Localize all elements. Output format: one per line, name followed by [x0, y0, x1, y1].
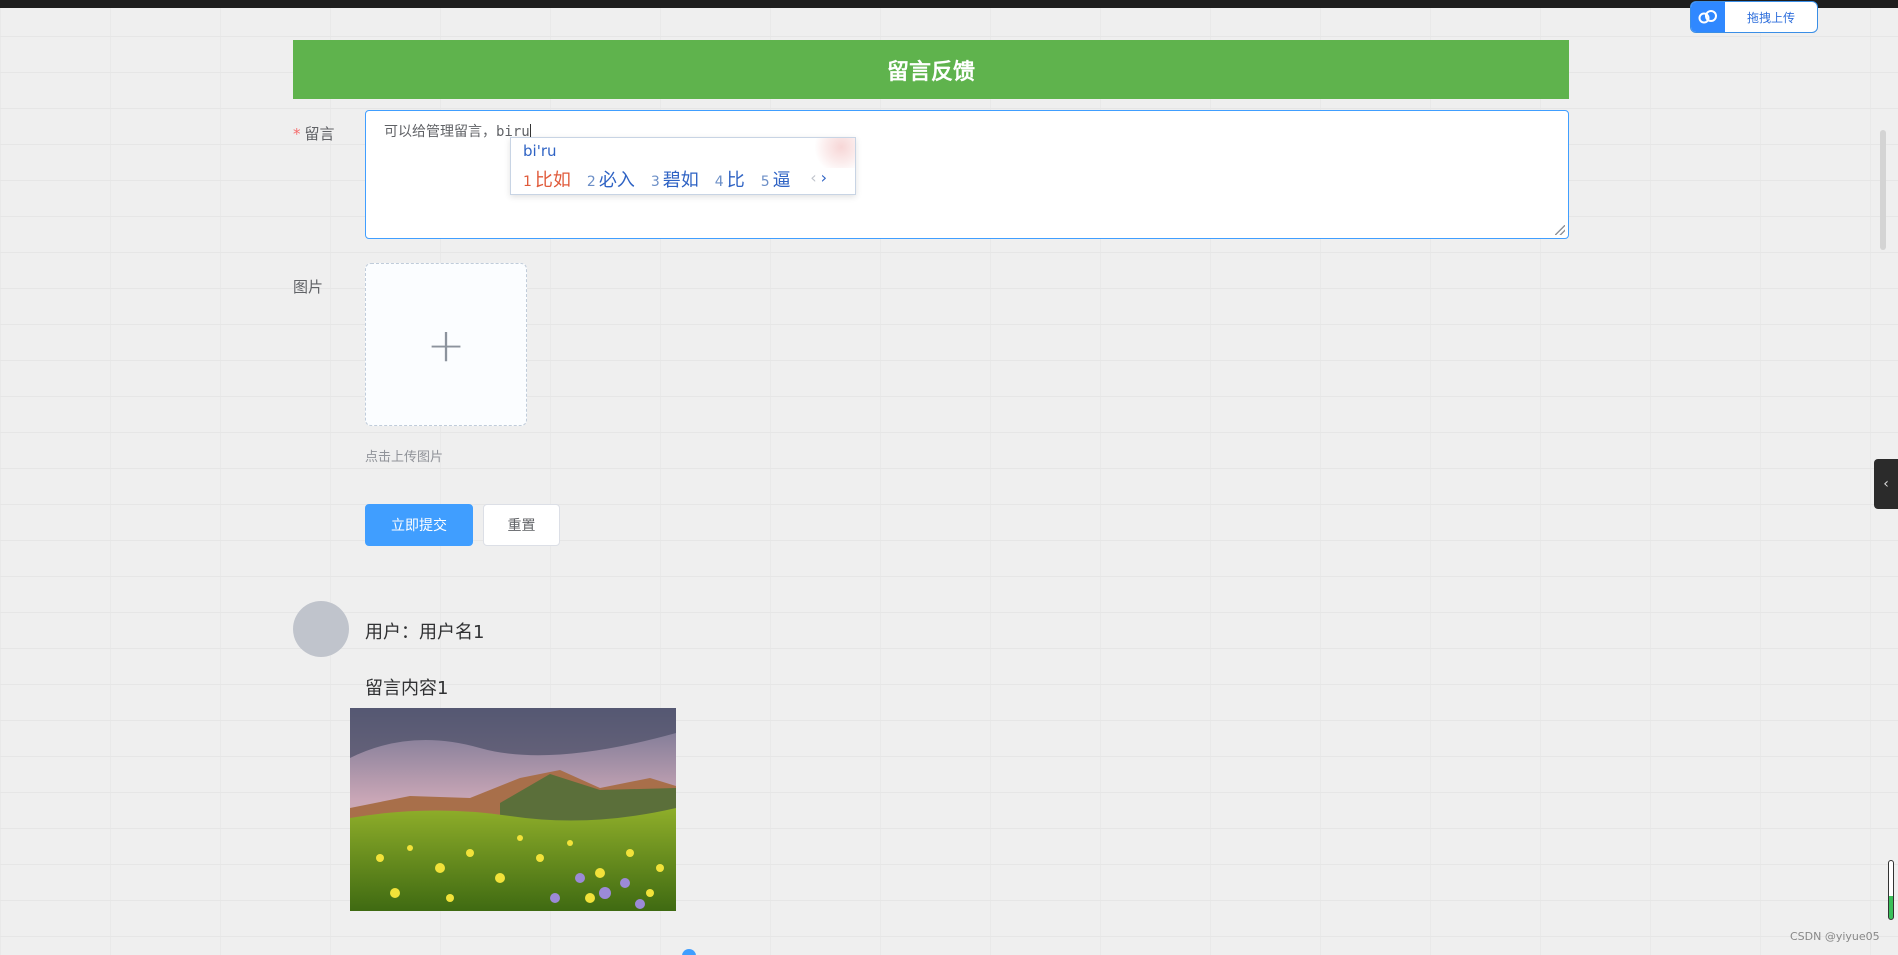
- upload-hint: 点击上传图片: [365, 450, 444, 465]
- chevron-left-icon: ‹: [1883, 476, 1889, 492]
- ime-next-icon[interactable]: ›: [821, 168, 831, 187]
- drag-upload-label: 拖拽上传: [1746, 10, 1795, 25]
- ime-candidate[interactable]: 4比: [715, 166, 745, 192]
- drag-upload-widget[interactable]: 拖拽上传: [1690, 1, 1818, 33]
- message-label: * 留言: [293, 125, 335, 143]
- image-upload-box[interactable]: +: [365, 263, 527, 426]
- scroll-anchor-dot: [682, 949, 696, 955]
- ime-prev-icon[interactable]: ‹: [810, 168, 820, 187]
- ime-pinyin: bi'ru: [523, 142, 557, 160]
- resize-handle[interactable]: [1555, 225, 1565, 235]
- avatar: [293, 601, 349, 657]
- image-label: 图片: [293, 278, 324, 296]
- sidebar-toggle[interactable]: ‹: [1874, 459, 1898, 509]
- ime-candidate[interactable]: 5逼: [761, 166, 791, 192]
- watermark: CSDN @yiyue05: [1790, 930, 1880, 943]
- cloud-icon: [1691, 2, 1725, 32]
- comment-image: [350, 708, 676, 911]
- ime-page-nav[interactable]: ‹›: [810, 168, 831, 187]
- ime-candidate-window: bi'ru 1 比如 2 必入 3 碧如 4比 5逼 ‹›: [510, 137, 856, 195]
- scroll-indicator: [1888, 860, 1894, 920]
- message-text: 可以给管理留言，biru: [384, 124, 530, 140]
- plus-icon: +: [426, 317, 466, 372]
- reset-button[interactable]: 重置: [483, 504, 560, 546]
- ime-candidate-list: 1 比如 2 必入 3 碧如 4比 5逼: [523, 166, 791, 192]
- ime-candidate[interactable]: 3 碧如: [651, 166, 699, 192]
- ime-candidate[interactable]: 1 比如: [523, 166, 571, 192]
- comment-user: 用户：用户名1: [365, 622, 485, 643]
- comment-content: 留言内容1: [365, 678, 449, 699]
- ime-candidate[interactable]: 2 必入: [587, 166, 635, 192]
- window-top-bar: [0, 0, 1898, 8]
- required-mark: *: [293, 125, 301, 143]
- page-title: 留言反馈: [293, 40, 1569, 99]
- ime-decoration: [809, 138, 855, 168]
- submit-button[interactable]: 立即提交: [365, 504, 473, 546]
- scrollbar[interactable]: [1880, 130, 1886, 250]
